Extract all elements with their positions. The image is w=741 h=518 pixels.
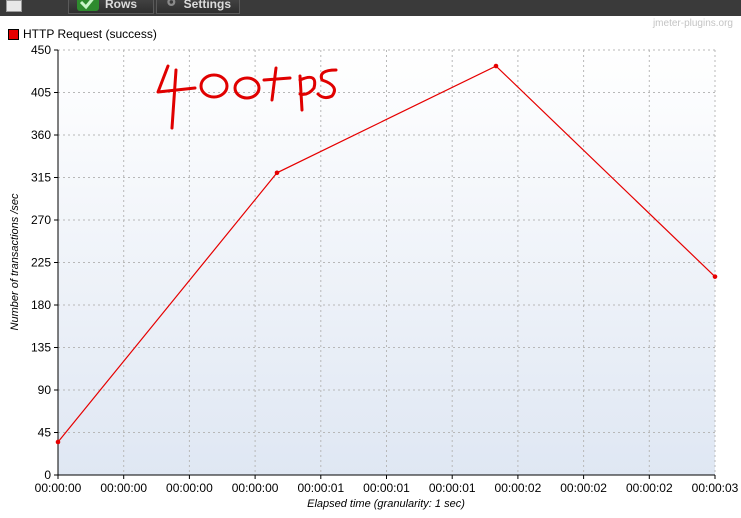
y-tick-label: 360 (31, 128, 51, 142)
x-tick-label: 00:00:00 (232, 481, 279, 495)
data-point (493, 63, 499, 69)
x-tick-label: 00:00:02 (626, 481, 673, 495)
x-axis-title: Elapsed time (granularity: 1 sec) (307, 498, 465, 510)
x-tick-label: 00:00:01 (429, 481, 476, 495)
x-tick-label: 00:00:01 (363, 481, 410, 495)
y-tick-label: 315 (31, 171, 51, 185)
x-tick-label: 00:00:00 (35, 481, 82, 495)
x-tick-label: 00:00:03 (692, 481, 739, 495)
data-point (55, 439, 61, 445)
data-point (712, 274, 718, 279)
data-point (274, 170, 280, 176)
y-tick-label: 90 (38, 383, 52, 397)
y-tick-label: 135 (31, 341, 51, 355)
y-tick-label: 450 (31, 43, 51, 57)
y-tick-label: 270 (31, 213, 51, 227)
x-tick-label: 00:00:00 (166, 481, 213, 495)
y-tick-label: 225 (31, 256, 51, 270)
x-tick-labels: 00:00:00 00:00:00 00:00:00 00:00:00 00:00:01… (35, 481, 739, 495)
y-tick-label: 45 (38, 426, 52, 440)
x-tick-label: 00:00:02 (495, 481, 542, 495)
x-tick-label: 00:00:02 (560, 481, 607, 495)
y-tick-label: 0 (44, 468, 51, 482)
x-tick-label: 00:00:00 (100, 481, 147, 495)
y-tick-labels: 0 45 90 135 180 225 270 315 360 405 450 (31, 43, 51, 482)
x-tick-label: 00:00:01 (297, 481, 344, 495)
y-tick-label: 180 (31, 298, 51, 312)
line-chart: 04590135180225270315360405450 00:00:00 00… (9, 43, 739, 510)
y-tick-label: 405 (31, 86, 51, 100)
y-axis-title: Number of transactions /sec (9, 193, 21, 330)
